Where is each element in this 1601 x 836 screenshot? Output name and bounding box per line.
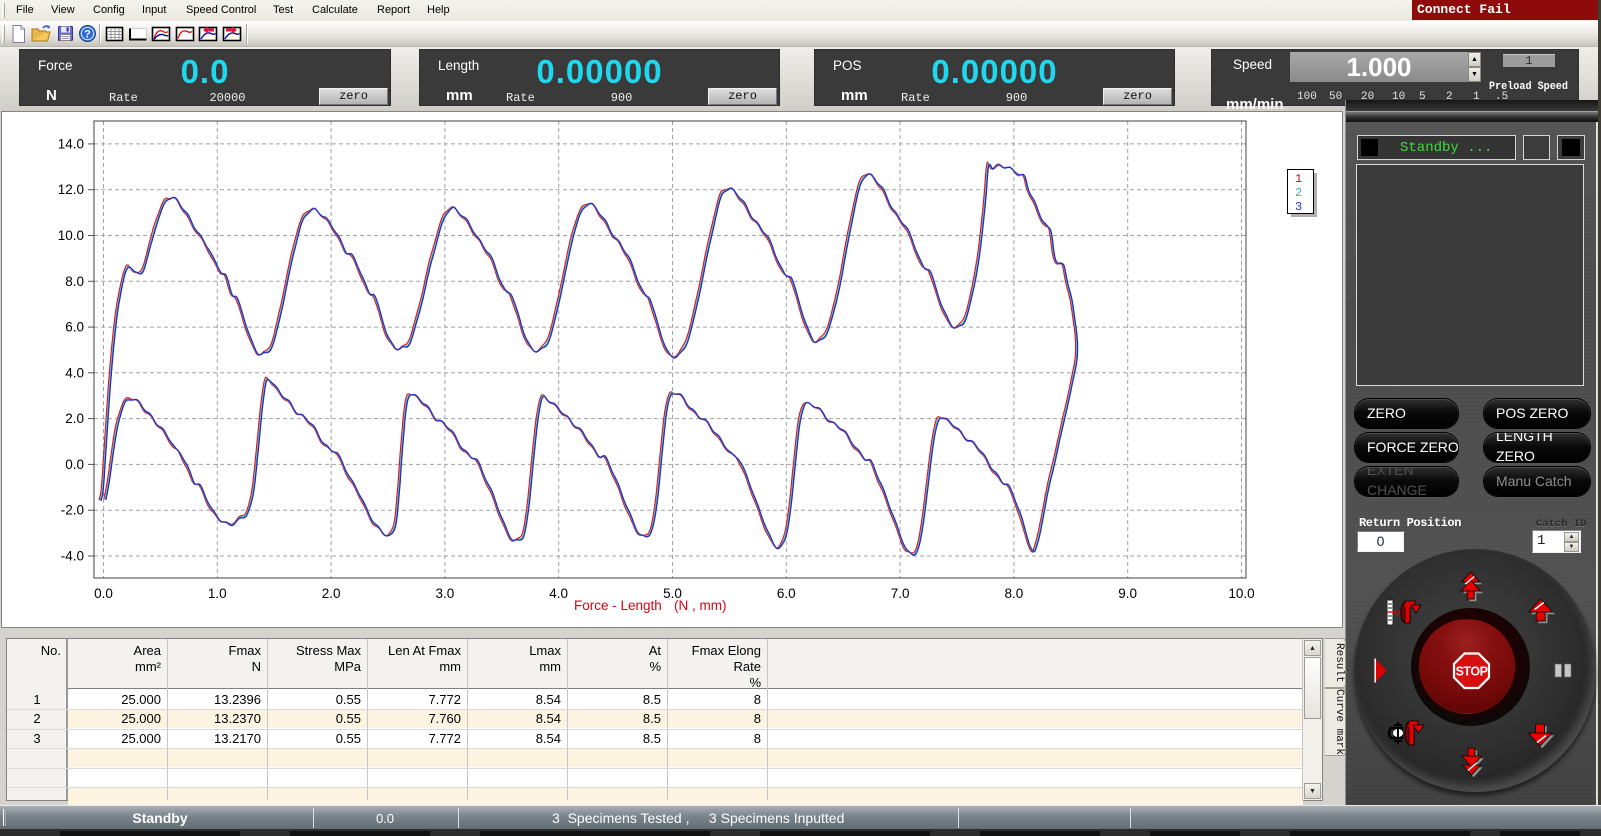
svg-text:2.0: 2.0: [322, 586, 341, 601]
svg-text:8.0: 8.0: [1005, 586, 1024, 601]
svg-text:12.0: 12.0: [58, 182, 84, 197]
svg-text:14.0: 14.0: [58, 136, 84, 151]
svg-text:0.0: 0.0: [94, 586, 113, 601]
svg-text:1: 1: [1295, 172, 1302, 186]
svg-text:(N , mm): (N , mm): [674, 598, 726, 613]
svg-text:3.0: 3.0: [436, 586, 455, 601]
svg-text:0: 0: [1395, 609, 1400, 619]
svg-text:Force - Length: Force - Length: [574, 598, 662, 613]
svg-text:-2.0: -2.0: [61, 503, 84, 518]
svg-text:10.0: 10.0: [58, 228, 84, 243]
svg-text:7.0: 7.0: [891, 586, 910, 601]
svg-text:?: ?: [84, 29, 91, 41]
svg-text:6.0: 6.0: [777, 586, 796, 601]
svg-text:3: 3: [1295, 200, 1302, 214]
svg-text:-4.0: -4.0: [61, 549, 84, 564]
svg-text:8.0: 8.0: [65, 274, 84, 289]
svg-text:4.0: 4.0: [65, 365, 84, 380]
svg-text:6.0: 6.0: [65, 320, 84, 335]
svg-text:9.0: 9.0: [1118, 586, 1137, 601]
svg-text:4.0: 4.0: [549, 586, 568, 601]
svg-text:10.0: 10.0: [1228, 586, 1254, 601]
svg-text:1.0: 1.0: [208, 586, 227, 601]
svg-text:0.0: 0.0: [65, 457, 84, 472]
svg-text:STOP: STOP: [1456, 665, 1488, 679]
svg-text:2: 2: [1295, 186, 1302, 200]
svg-text:2.0: 2.0: [65, 411, 84, 426]
